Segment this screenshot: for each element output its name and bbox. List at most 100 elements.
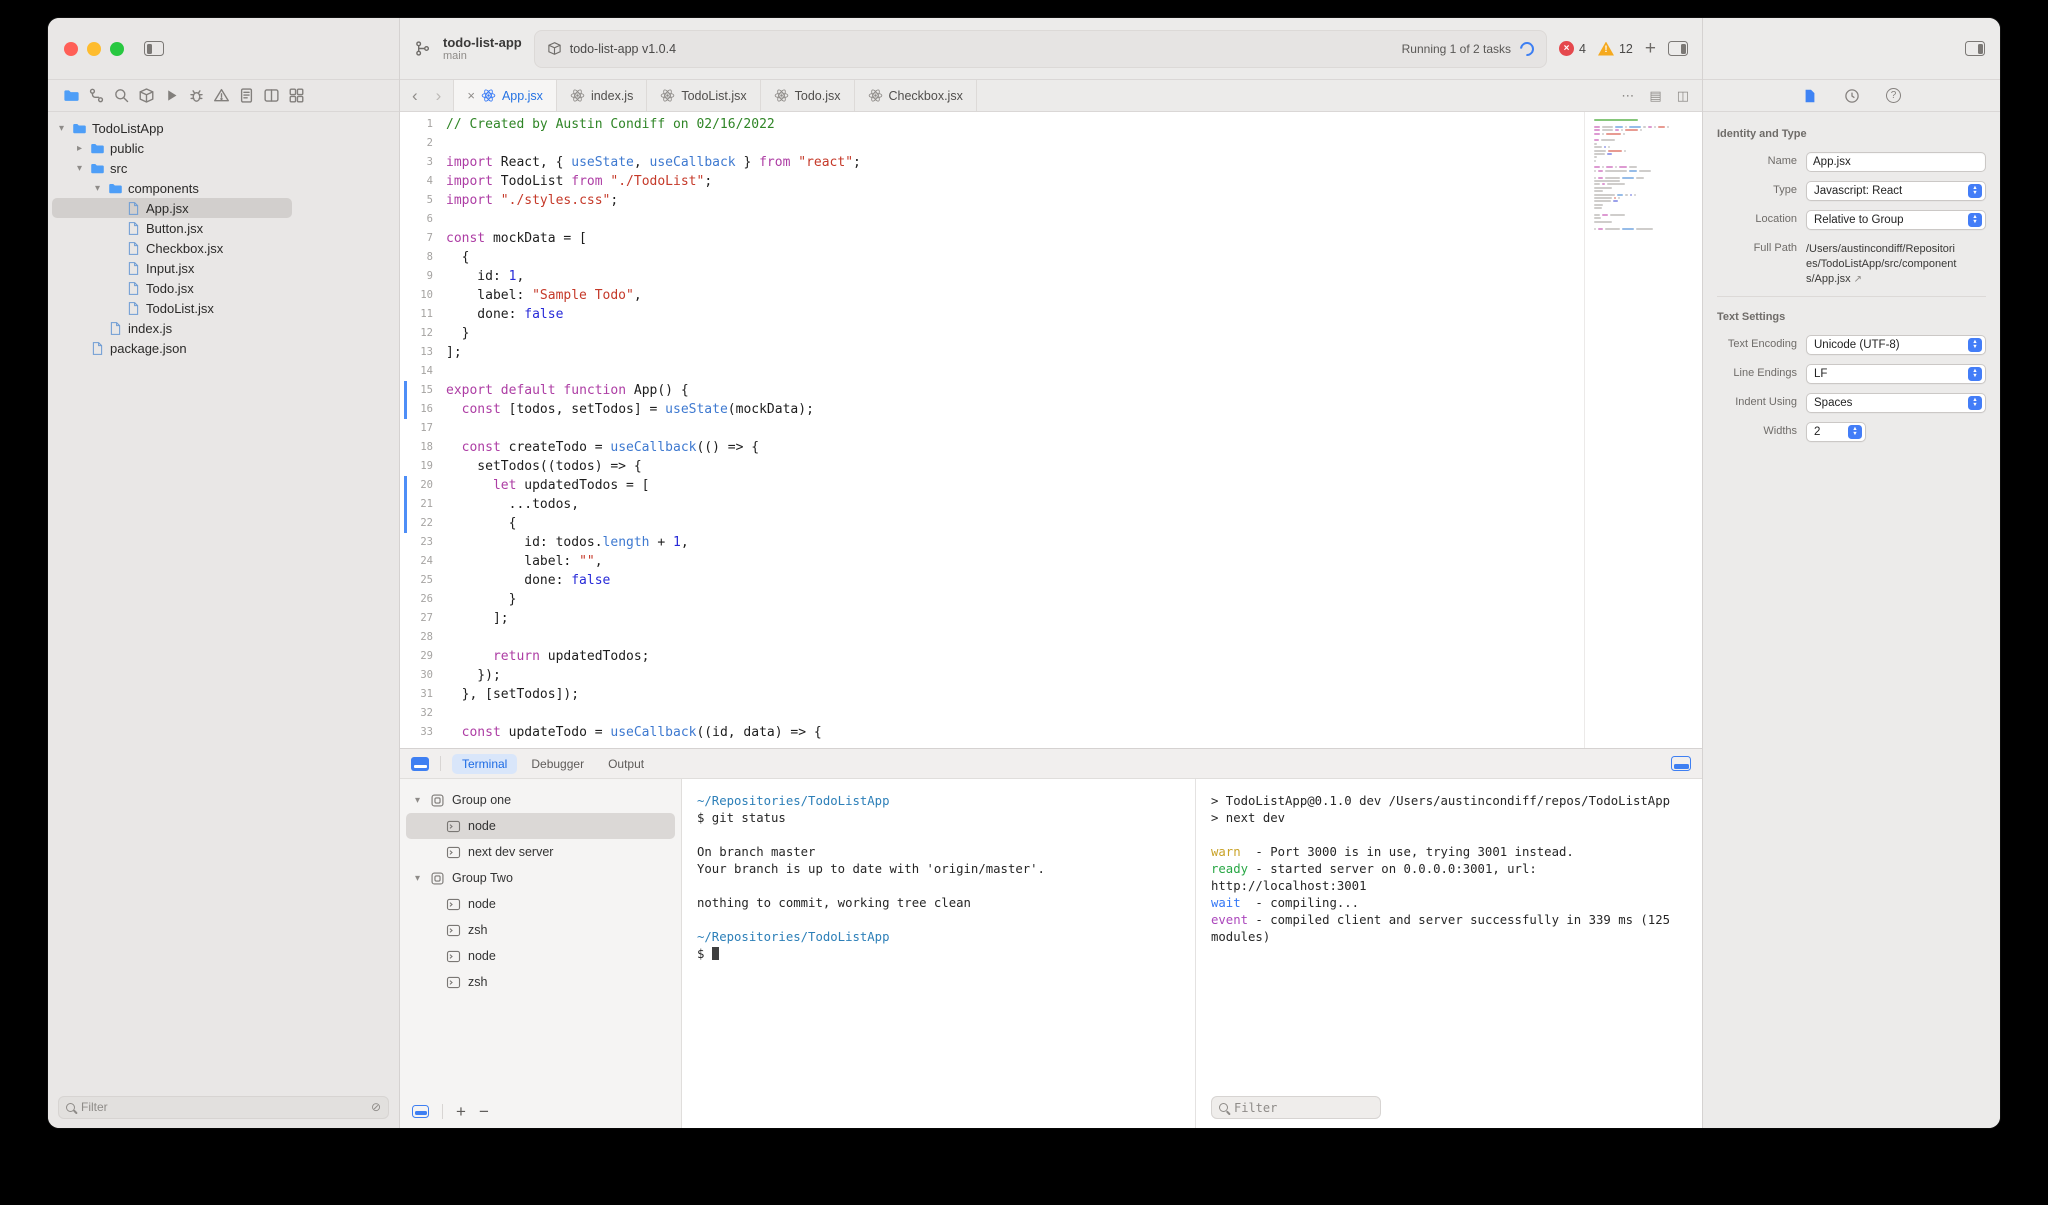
type-popup[interactable]: Javascript: React ▲ ▼: [1806, 181, 1986, 201]
file-filter-input[interactable]: [81, 1100, 365, 1114]
warning-icon: !: [1597, 41, 1614, 56]
encoding-popup[interactable]: Unicode (UTF-8) ▲ ▼: [1806, 335, 1986, 355]
tree-file-package.json[interactable]: package.json: [48, 338, 399, 358]
terminal-session-zsh[interactable]: zsh: [406, 917, 675, 943]
find-icon[interactable]: [113, 87, 130, 104]
file-filter[interactable]: ⊘: [58, 1095, 389, 1119]
split-editor-icon[interactable]: ◫: [1677, 88, 1689, 104]
tab-index.js[interactable]: index.js: [557, 80, 648, 111]
terminal-session-node[interactable]: node: [406, 943, 675, 969]
add-button[interactable]: +: [1645, 39, 1656, 58]
forward-button[interactable]: ›: [436, 86, 442, 106]
utility-panel: Terminal Debugger Output ▾ Group one node nex…: [400, 748, 1702, 1128]
line-number: 4: [426, 175, 433, 187]
tree-folder-components[interactable]: ▾ components: [48, 178, 399, 198]
tree-file-Todo.jsx[interactable]: Todo.jsx: [48, 278, 399, 298]
tree-folder-TodoListApp[interactable]: ▾ TodoListApp: [48, 118, 399, 138]
terminal-session-next-dev-server[interactable]: next dev server: [406, 839, 675, 865]
terminal-output-right[interactable]: > TodoListApp@0.1.0 dev /Users/austincon…: [1196, 779, 1702, 1128]
chevron-down-icon[interactable]: ▾: [56, 123, 67, 134]
tree-file-TodoList.jsx[interactable]: TodoList.jsx: [48, 298, 399, 318]
code-line-text: const [todos, setTodos] = useState(mockD…: [461, 402, 814, 417]
issues-icon[interactable]: [213, 87, 230, 104]
minimize-window-button[interactable]: [87, 41, 101, 56]
toggle-sidebar-icon[interactable]: [144, 41, 164, 56]
tree-file-Input.jsx[interactable]: Input.jsx: [48, 258, 399, 278]
remove-terminal-button[interactable]: −: [479, 1103, 489, 1120]
tree-folder-public[interactable]: ▸ public: [48, 138, 399, 158]
tree-file-App.jsx[interactable]: App.jsx: [48, 198, 399, 218]
terminal-session-zsh[interactable]: zsh: [406, 969, 675, 995]
chevron-down-icon[interactable]: ▾: [412, 795, 423, 806]
widths-stepper[interactable]: 2 ▲ ▼: [1806, 422, 1866, 442]
tab-TodoList.jsx[interactable]: TodoList.jsx: [647, 80, 761, 111]
location-popup[interactable]: Relative to Group ▲ ▼: [1806, 210, 1986, 230]
debug-icon[interactable]: [188, 87, 205, 104]
inspector-titlebar: [1703, 18, 2000, 80]
terminal-label: next dev server: [468, 845, 554, 859]
chevron-down-icon[interactable]: ▾: [74, 163, 85, 174]
more-options-icon[interactable]: ⋯: [1621, 88, 1634, 104]
file-name: package.json: [110, 340, 187, 356]
panel-tab-Debugger[interactable]: Debugger: [521, 754, 594, 774]
chevron-down-icon[interactable]: ▾: [92, 183, 103, 194]
tab-App.jsx[interactable]: × App.jsx: [453, 80, 557, 111]
terminal-filter-input[interactable]: [1234, 1100, 1373, 1115]
dock-panel-icon[interactable]: [411, 756, 429, 771]
collapse-panel-icon[interactable]: [1671, 756, 1691, 771]
terminal-group-group-two[interactable]: ▾ Group Two: [406, 865, 675, 891]
minimap[interactable]: [1584, 112, 1702, 748]
history-inspector-icon[interactable]: [1844, 88, 1860, 104]
code-lines[interactable]: 1 // Created by Austin Condiff on 02/16/2…: [400, 112, 1584, 748]
indent-popup[interactable]: Spaces ▲ ▼: [1806, 393, 1986, 413]
terminal-session-node[interactable]: node: [406, 813, 675, 839]
run-tasks-icon[interactable]: [163, 87, 180, 104]
line-endings-popup[interactable]: LF ▲ ▼: [1806, 364, 1986, 384]
tab-Checkbox.jsx[interactable]: Checkbox.jsx: [855, 80, 977, 111]
panel-layout-icon[interactable]: [412, 1104, 429, 1118]
tree-file-Checkbox.jsx[interactable]: Checkbox.jsx: [48, 238, 399, 258]
chevron-right-icon[interactable]: ▸: [74, 143, 85, 154]
tab-Todo.jsx[interactable]: Todo.jsx: [761, 80, 855, 111]
source-control-icon[interactable]: [88, 87, 105, 104]
quick-help-inspector-icon[interactable]: ?: [1886, 88, 1901, 103]
zoom-window-button[interactable]: [110, 41, 124, 56]
filter-options-icon[interactable]: ⊘: [371, 1100, 381, 1114]
project-info[interactable]: todo-list-app main: [443, 35, 522, 63]
close-window-button[interactable]: [64, 41, 78, 56]
error-badge[interactable]: × 4: [1559, 41, 1586, 56]
tree-folder-src[interactable]: ▾ src: [48, 158, 399, 178]
warning-badge[interactable]: ! 12: [1597, 41, 1633, 56]
toggle-editor-layout-icon[interactable]: [1668, 41, 1688, 56]
line-number: 10: [420, 289, 433, 301]
name-field[interactable]: [1806, 152, 1986, 172]
panel-tab-Terminal[interactable]: Terminal: [452, 753, 518, 774]
packages-icon[interactable]: [138, 87, 155, 104]
terminal-session-node[interactable]: node: [406, 891, 675, 917]
add-terminal-button[interactable]: +: [456, 1103, 466, 1120]
overview-icon[interactable]: [288, 87, 305, 104]
reports-icon[interactable]: [238, 87, 255, 104]
terminal-filter-box[interactable]: [1211, 1096, 1381, 1119]
back-button[interactable]: ‹: [412, 86, 418, 106]
terminal-output-left[interactable]: ~/Repositories/TodoListApp $ git status O…: [682, 779, 1196, 1128]
chevron-down-icon[interactable]: ▾: [412, 873, 423, 884]
toggle-inspector-icon[interactable]: [1965, 41, 1985, 56]
scheme-label[interactable]: todo-list-app v1.0.4: [570, 42, 676, 56]
code-line-text: const mockData = [: [446, 231, 587, 246]
terminal-group-group-one[interactable]: ▾ Group one: [406, 787, 675, 813]
panel-tab-Output[interactable]: Output: [598, 754, 654, 774]
editors-icon[interactable]: [263, 87, 280, 104]
tree-file-Button.jsx[interactable]: Button.jsx: [48, 218, 399, 238]
tree-file-index.js[interactable]: index.js: [48, 318, 399, 338]
close-tab-icon[interactable]: ×: [467, 88, 475, 103]
line-number: 14: [420, 365, 433, 377]
file-inspector-icon[interactable]: [1802, 88, 1818, 104]
full-path-row: Full Path /Users/austincondiff/Repositor…: [1717, 239, 1986, 287]
project-navigator-icon[interactable]: [63, 87, 80, 104]
code-editor[interactable]: 1 // Created by Austin Condiff on 02/16/2…: [400, 112, 1702, 748]
code-line-text: {: [446, 250, 470, 265]
snippets-icon[interactable]: ▤: [1649, 88, 1661, 104]
popup-stepper-icon: ▲ ▼: [1848, 425, 1862, 439]
reveal-path-icon[interactable]: ↗: [1854, 274, 1862, 285]
